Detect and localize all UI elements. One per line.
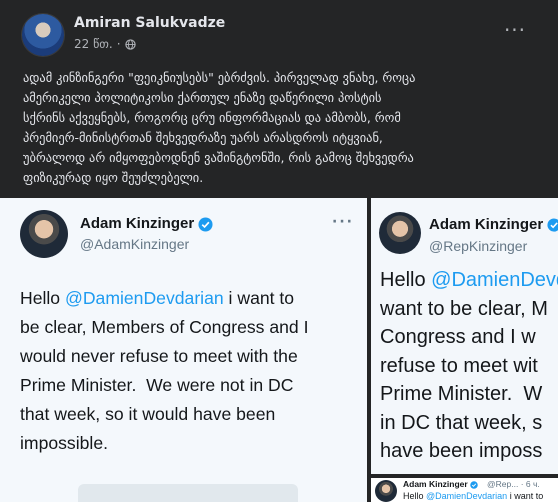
tweet-line: refuse to meet wit: [380, 354, 538, 377]
tweet-mention-link[interactable]: @DamienDevd: [431, 269, 558, 291]
tweet-line: would never refuse to meet with the: [20, 346, 298, 366]
post-image-tweet-cropped[interactable]: Adam Kinzinger @RepKinzinger Hello @Dami…: [371, 198, 558, 474]
tweet-line: that week, so it would have been: [20, 404, 276, 424]
post-text-line: ადამ კინზინგერი "ფეიკნიუსებს" ებრძვის. პ…: [23, 70, 416, 85]
post-image-tweet-main[interactable]: Adam Kinzinger @AdamKinzinger ··· Hello …: [0, 198, 367, 502]
tweet-avatar: [20, 210, 68, 258]
tweet-time: · 6 ч.: [520, 479, 540, 489]
tweet-line: Hello @DamienDevdarian i want to: [20, 288, 295, 308]
tweet-body: Hello @DamienDevdarian i want to: [403, 491, 544, 501]
verified-badge-icon: [547, 218, 558, 232]
author-avatar[interactable]: [22, 14, 64, 56]
verified-badge-icon: [470, 481, 478, 489]
author-name[interactable]: Amiran Salukvadze: [74, 15, 225, 31]
tweet-more-icon: ···: [332, 214, 354, 230]
tweet-line: Hello @DamienDevd: [380, 269, 558, 291]
post-text-line: ამერიკელი პოლიტიკოსი ქართულ ენაზე დაწერი…: [23, 90, 382, 105]
tweet-mention-link[interactable]: @DamienDevdarian: [65, 288, 224, 308]
post-more-options-button[interactable]: ···: [500, 18, 530, 48]
tweet-author-handle: @Rep... · 6 ч.: [487, 479, 540, 489]
tweet-line: want to be clear, M: [380, 297, 548, 320]
tweet-author-handle: @RepKinzinger: [429, 238, 528, 254]
globe-icon: [124, 38, 136, 50]
tweet-avatar: [379, 212, 421, 254]
post-image-tweet-small[interactable]: Adam Kinzinger @Rep... · 6 ч. Hello @Dam…: [371, 476, 558, 502]
post-text-line: პრემიერ-მინისტრთან შეხვედრაზე უარს არასდ…: [23, 130, 383, 145]
tweet-media-card: [78, 484, 298, 502]
post-time[interactable]: 22 წთ.: [74, 37, 113, 51]
tweet-author-name: Adam Kinzinger: [80, 215, 213, 232]
post-meta: 22 წთ. ·: [74, 37, 136, 51]
tweet-author-handle: @AdamKinzinger: [80, 236, 190, 252]
verified-badge-icon: [198, 217, 213, 232]
tweet-line: Congress and I w: [380, 326, 536, 348]
tweet-line: be clear, Members of Congress and I: [20, 317, 309, 337]
tweet-author-name: Adam Kinzinger: [429, 216, 558, 233]
post-text-line: სქრინს აქვეყნებს, როგორც ცრუ ინფორმაციას…: [23, 110, 401, 125]
tweet-author-name: Adam Kinzinger: [403, 479, 478, 489]
tweet-line: impossible.: [20, 433, 109, 453]
tweet-line: Prime Minister. We were not in DC: [20, 375, 294, 395]
tweet-body: Hello @DamienDevd want to be clear, M Co…: [380, 266, 558, 466]
post-text-line: ფიზიკურად იყო შეუძლებელი.: [23, 170, 204, 185]
tweet-body: Hello @DamienDevdarian i want to be clea…: [20, 284, 308, 458]
post-text-line: უბრალოდ არ იმყოფებოდნენ ვაშინგტონში, რის…: [23, 150, 414, 165]
facebook-post: Amiran Salukvadze 22 წთ. · ··· ადამ კინზ…: [0, 0, 558, 502]
tweet-mention-link[interactable]: @DamienDevdarian: [426, 491, 507, 501]
tweet-line: Prime Minister. W: [380, 383, 543, 405]
post-body-text: ადამ კინზინგერი "ფეიკნიუსებს" ებრძვის. პ…: [23, 68, 538, 188]
tweet-line: in DC that week, s: [380, 411, 543, 434]
tweet-line: have been imposs: [380, 440, 543, 462]
meta-separator: ·: [116, 37, 121, 51]
tweet-avatar: [375, 480, 397, 502]
